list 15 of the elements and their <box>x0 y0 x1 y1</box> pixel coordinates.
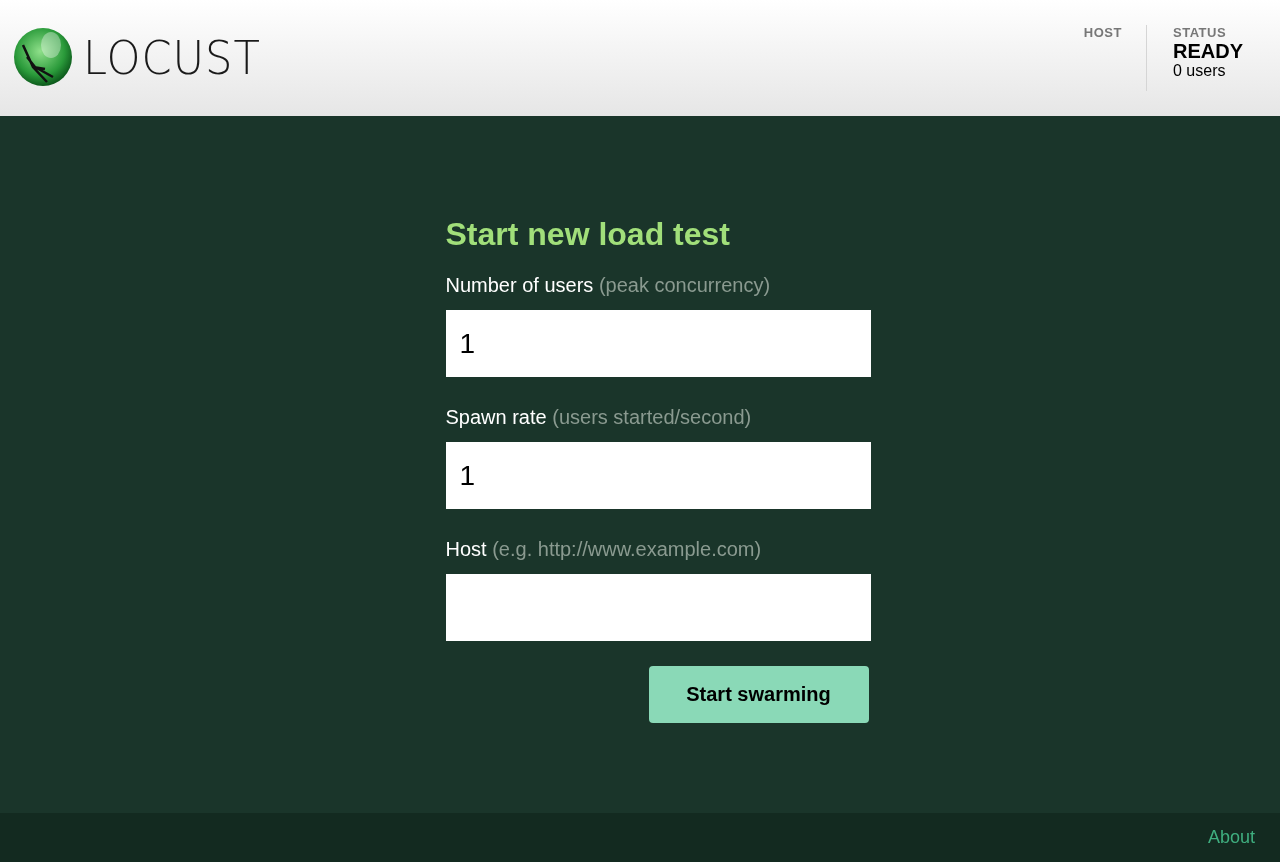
field-label: Spawn rate (users started/second) <box>445 405 753 430</box>
form-title: Start new load test <box>445 216 731 253</box>
field-label: Host (e.g. http://www.example.com) <box>445 537 763 562</box>
stat-label: HOST <box>1083 25 1122 40</box>
start-swarming-button[interactable]: Start swarming <box>648 666 869 723</box>
user-count: 0 users <box>1173 62 1227 80</box>
input-field[interactable]: 1 <box>445 310 871 377</box>
locust-logo-icon <box>13 27 73 87</box>
field-label: Number of users (peak concurrency) <box>445 273 772 298</box>
status-value: READY <box>1173 40 1243 62</box>
input-field[interactable]: 1 <box>445 442 871 509</box>
stat-label: STATUS <box>1173 25 1228 40</box>
logo-text: LOCUST <box>83 29 261 85</box>
input-field[interactable] <box>445 574 871 641</box>
about-link[interactable]: About <box>1207 827 1255 848</box>
